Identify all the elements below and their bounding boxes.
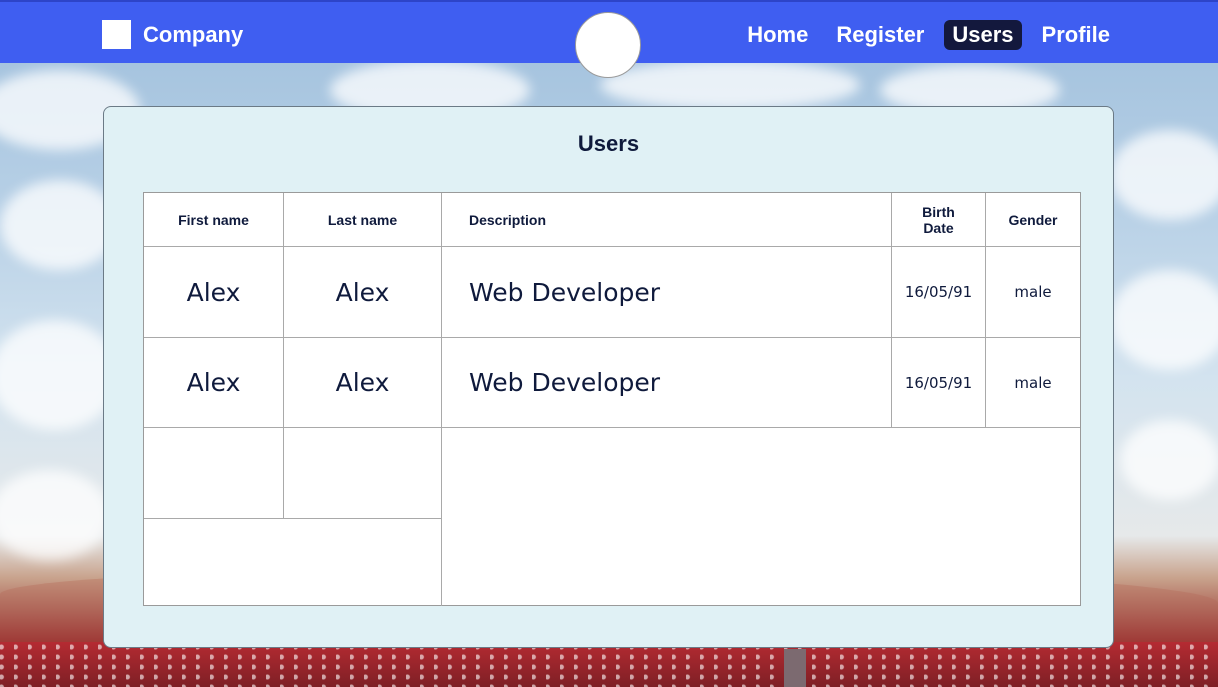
row1-gender: male <box>1014 283 1052 301</box>
nav-home-link[interactable]: Home <box>739 20 816 50</box>
row1-description: Web Developer <box>469 277 661 307</box>
header-description: Description <box>469 211 547 228</box>
brand-name[interactable]: Company <box>143 22 243 48</box>
row1-last-name: Alex <box>335 277 390 307</box>
avatar[interactable] <box>575 12 641 78</box>
logo-icon[interactable] <box>102 20 131 49</box>
users-panel: Users First name Last name Description B… <box>103 106 1114 648</box>
nav-profile-link[interactable]: Profile <box>1034 20 1118 50</box>
header-last-name: Last name <box>327 211 398 228</box>
row2-gender: male <box>1014 373 1052 392</box>
header-birth-date-line1: Birth <box>922 203 955 220</box>
header-birth-date: Birth Date <box>892 193 985 246</box>
header-birth-date-line2: Date <box>923 219 954 236</box>
nav-users-link[interactable]: Users <box>944 20 1022 50</box>
row2-last-name: Alex <box>335 368 390 397</box>
header-first-name: First name <box>178 211 249 228</box>
nav-links: Home Register Users Profile <box>739 20 1118 50</box>
nav-register-link[interactable]: Register <box>828 20 932 50</box>
row2-birth-date: 16/05/91 <box>904 373 973 392</box>
row1-birth-date: 16/05/91 <box>904 283 973 301</box>
row2-first-name: Alex <box>186 368 241 397</box>
users-table: First name Last name Description Birth D… <box>143 192 1081 606</box>
page-title: Users <box>577 131 640 156</box>
row1-first-name: Alex <box>186 277 241 307</box>
row2-description: Web Developer <box>469 368 661 397</box>
header-gender: Gender <box>1008 211 1058 228</box>
